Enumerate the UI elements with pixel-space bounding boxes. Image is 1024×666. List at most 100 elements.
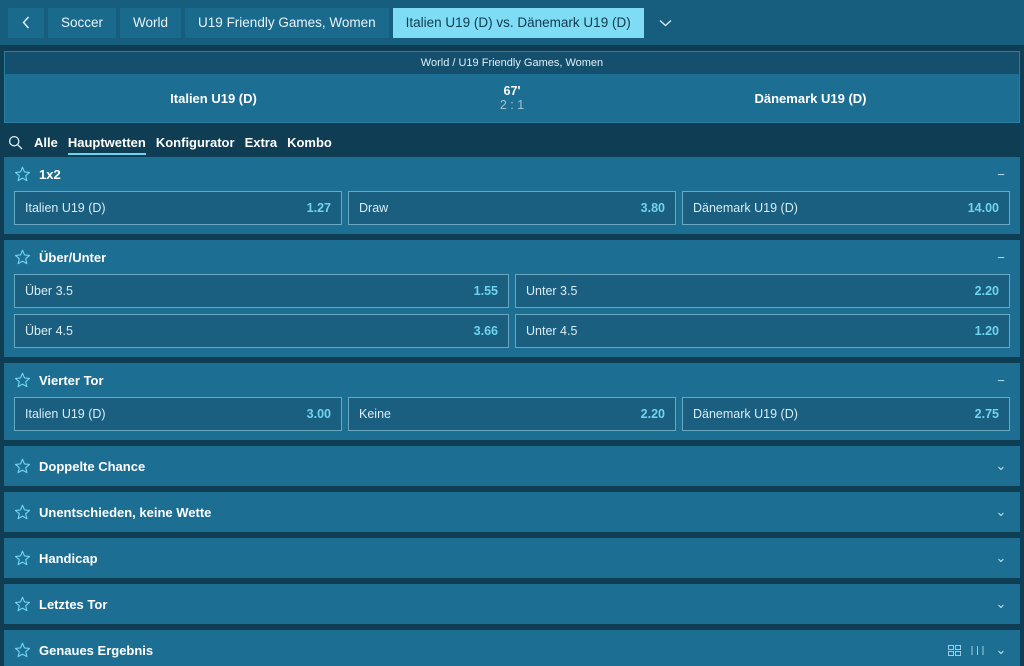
market-header-icons: ⌄ [994,596,1008,612]
odds-grid: Italien U19 (D) 1.27 Draw 3.80 Dänemark U19 … [4,191,1020,234]
tab-hauptwetten[interactable]: Hauptwetten [67,129,146,155]
odds-value: 1.20 [974,324,999,338]
breadcrumb-item-world[interactable]: World [120,7,182,38]
favorite-star-icon[interactable] [14,372,31,389]
market-tabs: Alle Hauptwetten Konfigurator Extra Komb… [0,127,1024,157]
odds-button[interactable]: Draw 3.80 [348,191,676,225]
market-header[interactable]: Unentschieden, keine Wette ⌄ [4,492,1020,532]
expand-toggle[interactable]: ⌄ [994,504,1008,520]
market-section: Letztes Tor ⌄ [4,584,1020,624]
breadcrumb: Soccer World U19 Friendly Games, Women I… [0,0,1024,45]
odds-label: Dänemark U19 (D) [693,201,798,215]
market-header-icons: ⌄ [994,550,1008,566]
odds-button[interactable]: Unter 3.5 2.20 [515,274,1010,308]
odds-button[interactable]: Italien U19 (D) 1.27 [14,191,342,225]
match-scoreboard: Italien U19 (D) 67' 2 : 1 Dänemark U19 (… [5,74,1019,122]
market-header-icons: ⌄ [994,458,1008,474]
market-title: Handicap [39,550,98,566]
breadcrumb-item-match[interactable]: Italien U19 (D) vs. Dänemark U19 (D) [392,7,644,38]
score-block: 67' 2 : 1 [422,84,602,113]
tab-konfigurator[interactable]: Konfigurator [156,129,235,155]
breadcrumb-item-soccer[interactable]: Soccer [48,7,117,38]
odds-button[interactable]: Dänemark U19 (D) 2.75 [682,397,1010,431]
market-section: Vierter Tor − Italien U19 (D) 3.00 Keine 2.20… [4,363,1020,440]
odds-row: Italien U19 (D) 3.00 Keine 2.20 Dänemark U19… [14,397,1010,431]
search-glyph [8,135,22,149]
market-header[interactable]: Handicap ⌄ [4,538,1020,578]
odds-button[interactable]: Italien U19 (D) 3.00 [14,397,342,431]
favorite-star-icon[interactable] [14,504,31,521]
market-title: Unentschieden, keine Wette [39,504,212,520]
chevron-down-icon [659,19,672,26]
collapse-toggle[interactable]: − [994,250,1008,265]
match-header: World / U19 Friendly Games, Women Italie… [4,51,1020,123]
odds-label: Über 3.5 [25,284,73,298]
market-header[interactable]: Doppelte Chance ⌄ [4,446,1020,486]
market-header[interactable]: Genaues Ergebnis ⌄ [4,630,1020,666]
expand-toggle[interactable]: ⌄ [994,550,1008,566]
odds-label: Über 4.5 [25,324,73,338]
breadcrumb-dropdown-button[interactable] [648,8,684,38]
market-section: Doppelte Chance ⌄ [4,446,1020,486]
home-team-name: Italien U19 (D) [170,90,257,106]
favorite-star-icon[interactable] [14,458,31,475]
odds-value: 1.27 [306,201,331,215]
odds-row: Italien U19 (D) 1.27 Draw 3.80 Dänemark U19 … [14,191,1010,225]
odds-button[interactable]: Dänemark U19 (D) 14.00 [682,191,1010,225]
collapse-toggle[interactable]: − [994,167,1008,182]
tab-alle[interactable]: Alle [34,129,58,155]
odds-button[interactable]: Keine 2.20 [348,397,676,431]
tab-extra[interactable]: Extra [245,129,278,155]
odds-label: Unter 4.5 [526,324,578,338]
match-score: 2 : 1 [499,98,525,112]
chevron-left-icon [22,16,30,29]
favorite-star-icon[interactable] [14,550,31,567]
odds-value: 3.66 [473,324,498,338]
market-section: Genaues Ergebnis ⌄ [4,630,1020,666]
odds-row: Über 3.5 1.55 Unter 3.5 2.20 [14,274,1010,308]
expand-toggle[interactable]: ⌄ [994,596,1008,612]
market-title: Genaues Ergebnis [39,642,154,658]
favorite-star-icon[interactable] [14,642,31,659]
favorite-star-icon[interactable] [14,249,31,266]
collapse-toggle[interactable]: − [994,373,1008,388]
odds-label: Italien U19 (D) [25,407,106,421]
market-section: Unentschieden, keine Wette ⌄ [4,492,1020,532]
expand-toggle[interactable]: ⌄ [994,642,1008,658]
favorite-star-icon[interactable] [14,166,31,183]
odds-button[interactable]: Über 3.5 1.55 [14,274,509,308]
market-title: Letztes Tor [39,596,108,612]
odds-label: Draw [359,201,389,215]
odds-label: Dänemark U19 (D) [693,407,798,421]
favorite-star-icon[interactable] [14,596,31,613]
odds-button[interactable]: Unter 4.5 1.20 [515,314,1010,348]
market-header-icons: − [994,373,1008,388]
markets-list: 1x2 − Italien U19 (D) 1.27 Draw 3.80 Dänemark … [0,157,1024,666]
grid-view-icon[interactable] [948,644,961,656]
market-section: Handicap ⌄ [4,538,1020,578]
market-header[interactable]: Vierter Tor − [4,363,1020,397]
market-section: 1x2 − Italien U19 (D) 1.27 Draw 3.80 Dänemark … [4,157,1020,234]
breadcrumb-item-league[interactable]: U19 Friendly Games, Women [185,7,389,38]
back-button[interactable] [8,7,44,38]
market-header-icons: ⌄ [994,504,1008,520]
match-minute: 67' [503,83,521,98]
market-header[interactable]: Letztes Tor ⌄ [4,584,1020,624]
odds-value: 3.80 [640,201,665,215]
market-header-icons: − [994,167,1008,182]
market-header-icons: − [994,250,1008,265]
market-header[interactable]: 1x2 − [4,157,1020,191]
list-view-icon[interactable] [971,645,984,656]
market-title: 1x2 [39,166,61,182]
odds-row: Über 4.5 3.66 Unter 4.5 1.20 [14,314,1010,348]
match-league-label: World / U19 Friendly Games, Women [5,52,1019,74]
odds-value: 2.75 [974,407,999,421]
odds-label: Unter 3.5 [526,284,578,298]
search-icon[interactable] [6,133,24,151]
odds-button[interactable]: Über 4.5 3.66 [14,314,509,348]
expand-toggle[interactable]: ⌄ [994,458,1008,474]
tab-kombo[interactable]: Kombo [287,129,332,155]
market-header[interactable]: Über/Unter − [4,240,1020,274]
odds-label: Italien U19 (D) [25,201,106,215]
odds-value: 14.00 [967,201,999,215]
